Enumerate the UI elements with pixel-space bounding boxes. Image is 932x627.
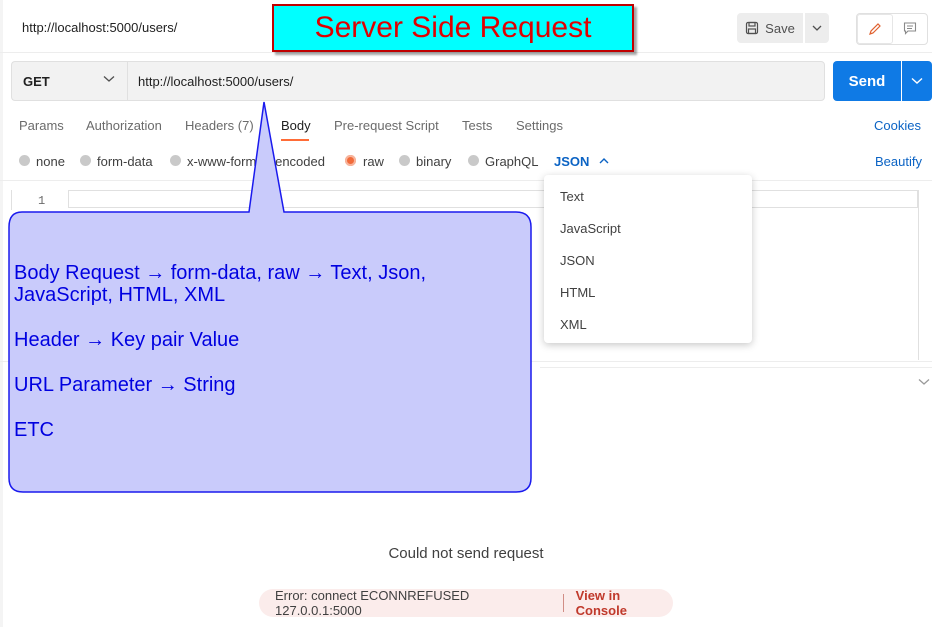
error-banner: Error: connect ECONNREFUSED 127.0.0.1:50…	[259, 588, 673, 618]
separator	[562, 594, 564, 612]
comment-icon	[903, 22, 917, 35]
edit-button[interactable]	[857, 14, 893, 44]
error-text: Error: connect ECONNREFUSED 127.0.0.1:50…	[275, 588, 470, 618]
dropdown-option-javascript[interactable]: JavaScript	[560, 221, 621, 236]
send-button[interactable]: Send	[833, 61, 901, 101]
chevron-down-icon[interactable]	[918, 378, 930, 386]
save-button[interactable]: Save	[737, 13, 803, 43]
dropdown-option-json[interactable]: JSON	[560, 253, 595, 268]
chevron-down-icon	[812, 25, 822, 31]
chevron-down-icon	[911, 77, 923, 84]
send-label: Send	[848, 72, 886, 90]
callout-line: URL Parameter → String	[14, 374, 236, 396]
format-dropdown-menu: Text JavaScript JSON HTML XML	[544, 175, 752, 343]
view-in-console-link[interactable]: View in Console	[576, 588, 673, 618]
dropdown-option-html[interactable]: HTML	[560, 285, 595, 300]
callout-line: ETC	[14, 419, 54, 441]
cookies-link[interactable]: Cookies	[874, 118, 921, 133]
response-message: Could not send request	[388, 545, 544, 562]
format-select-label: JSON	[554, 154, 590, 169]
save-options-button[interactable]	[805, 13, 829, 43]
callout-text: Body Request → form-data, raw → Text, Js…	[14, 262, 519, 464]
callout-line: Header → Key pair Value	[14, 329, 240, 351]
dropdown-option-xml[interactable]: XML	[560, 317, 587, 332]
pencil-icon	[869, 23, 881, 35]
dropdown-option-text[interactable]: Text	[560, 189, 584, 204]
view-mode-toggle	[856, 13, 928, 45]
callout-line: Body Request → form-data, raw → Text, Js…	[14, 262, 427, 306]
format-select[interactable]: JSON	[554, 154, 589, 169]
editor-border	[918, 190, 919, 360]
send-options-button[interactable]	[902, 61, 932, 101]
chevron-up-icon[interactable]	[599, 157, 609, 164]
beautify-link[interactable]: Beautify	[875, 154, 922, 169]
save-icon	[746, 21, 759, 35]
banner-text: Server Side Request	[314, 11, 592, 44]
divider	[540, 367, 932, 368]
title-banner: Server Side Request	[272, 4, 634, 52]
save-label: Save	[765, 20, 795, 36]
comments-button[interactable]	[893, 14, 927, 42]
